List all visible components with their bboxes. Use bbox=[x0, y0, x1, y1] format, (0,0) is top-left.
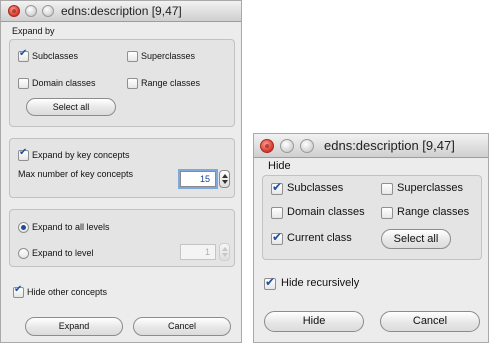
domain-classes-label: Domain classes bbox=[32, 78, 96, 88]
hide-current-class-checkbox[interactable] bbox=[271, 230, 283, 245]
hide-domain-classes-label: Domain classes bbox=[287, 206, 365, 218]
zoom-window-icon[interactable] bbox=[300, 139, 314, 153]
hide-range-classes-label: Range classes bbox=[397, 206, 470, 218]
expand-level-input[interactable]: 1 bbox=[180, 244, 216, 260]
stepper-down-icon[interactable] bbox=[221, 253, 228, 257]
hide-subclasses-checkbox[interactable] bbox=[271, 180, 283, 195]
select-all-button[interactable]: Select all bbox=[26, 98, 116, 116]
hide-button[interactable]: Hide bbox=[264, 311, 364, 332]
expand-by-key-concepts-label: Expand by key concepts bbox=[32, 150, 130, 160]
max-key-concepts-label: Max number of key concepts bbox=[18, 169, 134, 179]
hide-current-class-label: Current class bbox=[287, 232, 352, 244]
range-classes-label: Range classes bbox=[141, 78, 201, 88]
window-title: edns:description [9,47] bbox=[61, 4, 182, 18]
stepper-up-icon[interactable] bbox=[221, 174, 228, 178]
hide-subclasses-label: Subclasses bbox=[287, 182, 344, 194]
cancel-button[interactable]: Cancel bbox=[133, 317, 231, 336]
superclasses-label: Superclasses bbox=[141, 51, 196, 61]
zoom-window-icon[interactable] bbox=[42, 5, 54, 17]
expand-all-levels-label: Expand to all levels bbox=[32, 222, 110, 232]
expand-level-stepper[interactable] bbox=[219, 243, 230, 261]
hide-dialog-titlebar: edns:description [9,47] bbox=[254, 134, 488, 158]
hide-superclasses-label: Superclasses bbox=[397, 182, 464, 194]
close-window-icon[interactable] bbox=[260, 139, 274, 153]
expand-to-level-label: Expand to level bbox=[32, 248, 94, 258]
expand-button[interactable]: Expand bbox=[25, 317, 123, 336]
expand-dialog: edns:description [9,47] Expand by Subcla… bbox=[0, 0, 242, 343]
hide-superclasses-checkbox[interactable] bbox=[381, 183, 393, 195]
hide-range-classes-checkbox[interactable] bbox=[381, 207, 393, 219]
expand-all-levels-radio[interactable] bbox=[18, 222, 29, 233]
max-key-concepts-input[interactable]: 15 bbox=[180, 171, 216, 187]
window-title: edns:description [9,47] bbox=[324, 138, 455, 153]
subclasses-label: Subclasses bbox=[32, 51, 79, 61]
hide-other-concepts-checkbox[interactable] bbox=[13, 284, 24, 298]
superclasses-checkbox[interactable] bbox=[127, 51, 138, 62]
subclasses-checkbox[interactable] bbox=[18, 48, 29, 62]
minimize-window-icon[interactable] bbox=[280, 139, 294, 153]
hide-cancel-button[interactable]: Cancel bbox=[380, 311, 480, 332]
hide-other-concepts-label: Hide other concepts bbox=[27, 287, 108, 297]
hide-dialog: edns:description [9,47] Hide Subclasses … bbox=[253, 133, 489, 343]
hide-recursively-checkbox[interactable] bbox=[264, 275, 276, 290]
domain-classes-checkbox[interactable] bbox=[18, 78, 29, 89]
levels-group: Expand to all levels Expand to level 1 bbox=[9, 209, 235, 267]
expand-to-level-radio[interactable] bbox=[18, 248, 29, 259]
expand-by-group: Subclasses Superclasses Domain classes R… bbox=[9, 39, 235, 127]
key-concepts-group: Expand by key concepts Max number of key… bbox=[9, 138, 235, 198]
expand-by-key-concepts-checkbox[interactable] bbox=[18, 147, 29, 161]
hide-recursively-label: Hide recursively bbox=[281, 277, 360, 289]
expand-dialog-titlebar: edns:description [9,47] bbox=[1, 1, 241, 22]
hide-options-group: Subclasses Superclasses Domain classes R… bbox=[262, 175, 482, 260]
range-classes-checkbox[interactable] bbox=[127, 78, 138, 89]
hide-heading: Hide bbox=[268, 160, 291, 172]
max-key-concepts-stepper[interactable] bbox=[219, 170, 230, 188]
stepper-up-icon[interactable] bbox=[221, 247, 228, 251]
stepper-down-icon[interactable] bbox=[221, 180, 228, 184]
hide-select-all-button[interactable]: Select all bbox=[381, 229, 451, 249]
close-window-icon[interactable] bbox=[8, 5, 20, 17]
expand-by-heading: Expand by bbox=[12, 26, 55, 36]
minimize-window-icon[interactable] bbox=[25, 5, 37, 17]
hide-domain-classes-checkbox[interactable] bbox=[271, 207, 283, 219]
